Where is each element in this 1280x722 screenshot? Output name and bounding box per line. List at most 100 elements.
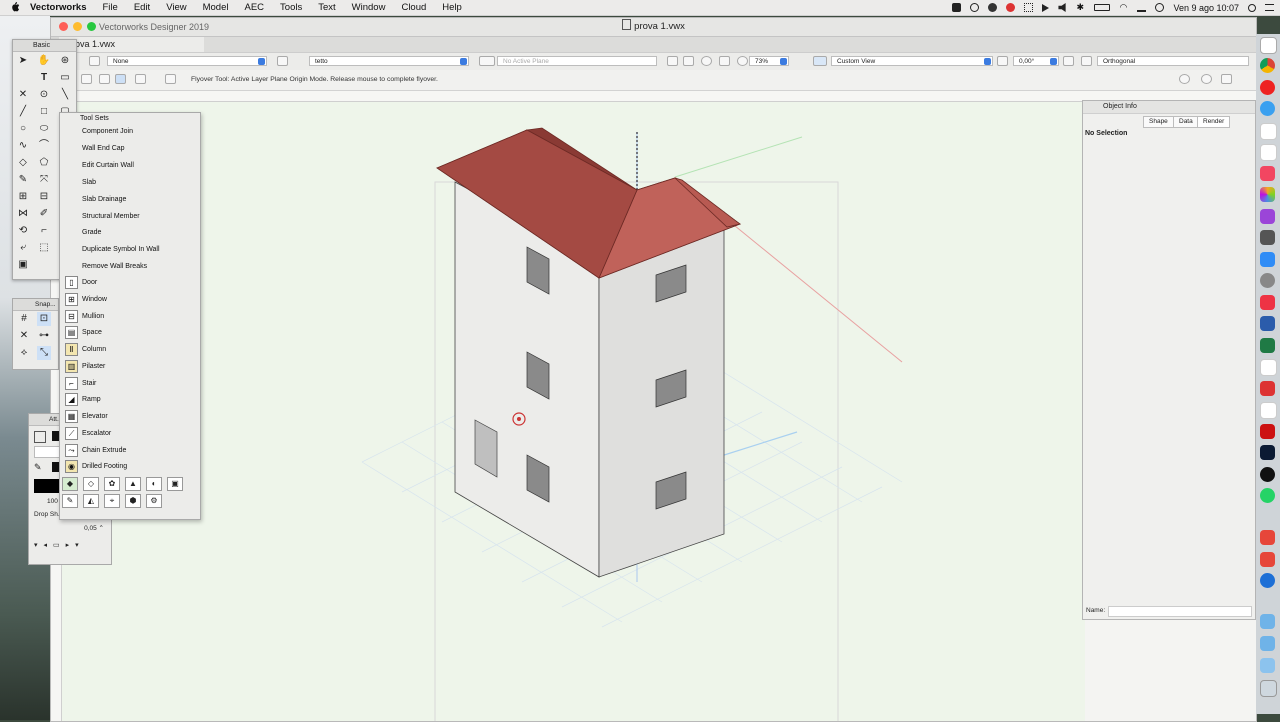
opera-dock-icon[interactable] bbox=[1260, 80, 1275, 95]
snap-angle-icon[interactable]: ⟡ bbox=[17, 346, 31, 360]
snap-loupe-icon[interactable] bbox=[1179, 74, 1190, 84]
mode-icon-2[interactable] bbox=[99, 74, 110, 84]
class-dropdown[interactable]: None bbox=[107, 56, 267, 66]
menu-cloud[interactable]: Cloud bbox=[401, 2, 426, 13]
eyedropper-icon[interactable]: ✎ bbox=[16, 173, 30, 187]
oval-tool-icon[interactable]: ⬭ bbox=[37, 122, 51, 136]
menu-file[interactable]: File bbox=[103, 2, 118, 13]
polyline-icon[interactable]: ⌒ bbox=[37, 139, 51, 153]
grid-icon[interactable] bbox=[1024, 3, 1034, 12]
pen-color-field[interactable] bbox=[34, 479, 60, 493]
mechanical-set-icon[interactable]: ⚙ bbox=[146, 494, 162, 508]
volume-icon[interactable] bbox=[1058, 3, 1066, 12]
dims-notes-set-icon[interactable]: ✎ bbox=[62, 494, 78, 508]
pen-icon[interactable]: ✎ bbox=[34, 462, 42, 473]
flyover-view-icon[interactable] bbox=[701, 56, 712, 66]
minimize-window-button[interactable] bbox=[73, 22, 82, 31]
3d-modeling-set-icon[interactable]: ⌖ bbox=[104, 494, 120, 508]
rect-tool-icon[interactable]: □ bbox=[37, 105, 51, 119]
mode-icon-1[interactable] bbox=[81, 74, 92, 84]
reshape-icon[interactable]: ✐ bbox=[37, 207, 51, 221]
mode-icon-4[interactable] bbox=[135, 74, 146, 84]
trash-dock-icon[interactable] bbox=[1260, 680, 1277, 697]
word-dock-icon[interactable] bbox=[1260, 316, 1275, 331]
snap-grid-icon[interactable]: # bbox=[17, 312, 31, 326]
menu-modify[interactable]: Model bbox=[203, 2, 229, 13]
layer-icon[interactable] bbox=[277, 56, 288, 66]
plane-icon[interactable] bbox=[479, 56, 495, 66]
tool-door[interactable]: ▯ Door bbox=[60, 274, 195, 290]
appstore-dock-icon[interactable] bbox=[1260, 252, 1275, 267]
drawing-area[interactable] bbox=[62, 102, 1085, 721]
mode-icon-active[interactable] bbox=[115, 74, 126, 84]
tab-data[interactable]: Data bbox=[1173, 116, 1199, 128]
spotlight-icon[interactable] bbox=[1248, 3, 1256, 12]
previous-view-icon[interactable] bbox=[683, 56, 694, 66]
notes-dock-icon[interactable] bbox=[1260, 144, 1277, 161]
magnifier-icon[interactable] bbox=[737, 56, 748, 66]
tool-duplicate-symbol-in-wall[interactable]: Duplicate Symbol In Wall bbox=[60, 241, 195, 257]
pan-tool-icon[interactable]: ✋ bbox=[37, 54, 51, 68]
attribute-mapping-icon[interactable]: ⊙ bbox=[37, 88, 51, 102]
menu-edit[interactable]: Edit bbox=[134, 2, 150, 13]
menu-tools[interactable]: Tools bbox=[280, 2, 302, 13]
tube-dock-icon[interactable] bbox=[1260, 381, 1275, 396]
zoom-icon[interactable] bbox=[719, 56, 730, 66]
control-center-icon[interactable] bbox=[1265, 4, 1274, 11]
site-planning-set-icon[interactable]: ◇ bbox=[83, 477, 99, 491]
airplay-icon[interactable] bbox=[1137, 3, 1147, 12]
tool-escalator[interactable]: ⟋ Escalator bbox=[60, 425, 195, 441]
menu-text[interactable]: Text bbox=[318, 2, 335, 13]
close-window-button[interactable] bbox=[59, 22, 68, 31]
menu-window[interactable]: Window bbox=[352, 2, 386, 13]
landscape-set-icon[interactable]: ✿ bbox=[104, 477, 120, 491]
tool-elevator[interactable]: ▦ Elevator bbox=[60, 408, 195, 424]
render-mode-icon[interactable] bbox=[1063, 56, 1074, 66]
safari-dock-icon[interactable] bbox=[1260, 101, 1275, 116]
bluetooth-icon[interactable]: ✱ bbox=[1076, 3, 1085, 12]
menu-app[interactable]: Vectorworks bbox=[30, 2, 87, 13]
line-weight-field[interactable]: 0,05 ⌃ bbox=[34, 524, 104, 534]
fasteners-set-icon[interactable]: ⬢ bbox=[125, 494, 141, 508]
finder-dock-icon[interactable] bbox=[1260, 37, 1277, 54]
photos-dock-icon[interactable] bbox=[1260, 187, 1275, 202]
whatsapp-dock-icon[interactable] bbox=[1260, 488, 1275, 503]
fillet-arc-icon[interactable]: ⌐ bbox=[37, 224, 51, 238]
tool-ramp[interactable]: ◢ Ramp bbox=[60, 391, 195, 407]
house-model-view[interactable] bbox=[62, 102, 1085, 721]
projection-icon[interactable] bbox=[1081, 56, 1092, 66]
snap-distance-icon[interactable]: ⊶ bbox=[37, 329, 51, 343]
marker-icon[interactable]: ⬚ bbox=[37, 241, 51, 255]
connect-combine-icon[interactable]: ⤧ bbox=[37, 173, 51, 187]
flyover-options-icon[interactable] bbox=[165, 74, 176, 84]
detailing-set-icon[interactable]: ▲ bbox=[125, 477, 141, 491]
vectorworks-dock-icon[interactable] bbox=[1260, 467, 1275, 482]
snap-object-icon[interactable]: ⊡ bbox=[37, 312, 51, 326]
tool-edit-curtain-wall[interactable]: Edit Curtain Wall bbox=[60, 157, 195, 173]
opacity-value[interactable]: 100 bbox=[47, 498, 58, 505]
tool-column[interactable]: Ⅱ Column bbox=[60, 341, 195, 357]
save-view-icon[interactable] bbox=[667, 56, 678, 66]
menubar-clock[interactable]: Ven 9 ago 10:07 bbox=[1173, 3, 1239, 13]
calculator-dock-icon[interactable] bbox=[1260, 230, 1275, 245]
tool-remove-wall-breaks[interactable]: Remove Wall Breaks bbox=[60, 258, 195, 274]
pinwheel-dock-icon[interactable] bbox=[1260, 359, 1277, 376]
visualization-set-icon[interactable]: ◐ bbox=[146, 477, 162, 491]
battery-icon[interactable] bbox=[1094, 4, 1111, 11]
folder-1-dock-icon[interactable] bbox=[1260, 614, 1275, 629]
sync-icon[interactable] bbox=[970, 3, 980, 12]
app-red-1-dock-icon[interactable] bbox=[1260, 530, 1275, 545]
gear-icon[interactable] bbox=[1201, 74, 1212, 84]
callout-icon[interactable]: ⤶ bbox=[16, 241, 30, 255]
building-shell-set-icon[interactable]: ◆ bbox=[62, 477, 78, 491]
rectangle-icon[interactable]: ▭ bbox=[58, 71, 72, 85]
tool-slab[interactable]: Slab bbox=[60, 174, 195, 190]
downloads-dock-icon[interactable] bbox=[1260, 658, 1275, 673]
view-dropdown[interactable]: Custom View bbox=[831, 56, 993, 66]
fill-style-field[interactable] bbox=[34, 446, 62, 458]
flyover-tool-icon[interactable]: ⊛ bbox=[58, 54, 72, 68]
furniture-set-icon[interactable]: ▣ bbox=[167, 477, 183, 491]
class-icon[interactable] bbox=[89, 56, 100, 66]
folder-2-dock-icon[interactable] bbox=[1260, 636, 1275, 651]
spiral-icon[interactable]: ◇ bbox=[16, 156, 30, 170]
